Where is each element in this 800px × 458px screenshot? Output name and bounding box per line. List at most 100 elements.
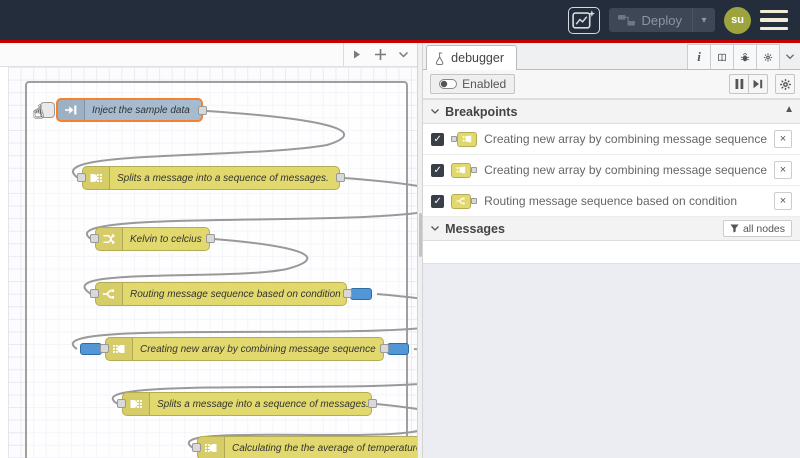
breakpoint-row[interactable]: ✓ Routing message sequence based on condi… <box>423 186 800 217</box>
sidebar-tab-icons: i <box>687 44 800 69</box>
info-icon[interactable]: i <box>687 44 711 69</box>
help-book-icon[interactable] <box>710 44 734 69</box>
avatar-initials: su <box>731 14 744 26</box>
inject-icon <box>58 100 85 120</box>
mini-port <box>471 167 478 173</box>
node-label: Calculating the the average of temperatu… <box>232 442 417 454</box>
node-label: Splits a message into a sequence of mess… <box>117 172 329 184</box>
breakpoint-node-icon <box>451 193 478 209</box>
node-label: Creating new array by combining message … <box>140 343 376 355</box>
flow-canvas[interactable]: Inject the sample data Splits a message i… <box>0 67 417 458</box>
breakpoint-label: Creating new array by combining message … <box>484 132 767 146</box>
output-port[interactable] <box>368 399 377 408</box>
mini-port <box>471 198 478 204</box>
input-port[interactable] <box>192 443 201 452</box>
header-actions: Deploy ▾ su <box>567 6 800 34</box>
debugger-enabled-toggle[interactable]: Enabled <box>430 74 516 94</box>
join-icon <box>198 437 225 458</box>
output-port[interactable] <box>343 289 352 298</box>
flow-node-split[interactable]: Splits a message into a sequence of mess… <box>117 392 377 416</box>
breakpoint-node-icon <box>451 162 478 178</box>
scroll-to-top-icon[interactable]: ▲ <box>784 105 794 115</box>
output-port[interactable] <box>206 234 215 243</box>
input-port[interactable] <box>90 234 99 243</box>
tab-debugger[interactable]: debugger <box>426 45 517 70</box>
flow-node-split[interactable]: Splits a message into a sequence of mess… <box>77 166 345 190</box>
deploy-options-chevron-icon[interactable]: ▾ <box>693 15 715 26</box>
pause-icon[interactable] <box>729 74 749 94</box>
messages-section-header[interactable]: Messages all nodes <box>423 217 800 241</box>
flow-node-change[interactable]: Kelvin to celcius <box>90 227 215 251</box>
node-label: Routing message sequence based on condit… <box>130 288 341 300</box>
output-port[interactable] <box>198 106 207 115</box>
settings-gear-icon[interactable] <box>756 44 780 69</box>
breakpoint-label: Routing message sequence based on condit… <box>484 194 738 208</box>
output-port[interactable] <box>380 344 389 353</box>
breakpoints-title: Breakpoints <box>445 104 518 119</box>
scroll-tabs-icon[interactable] <box>346 44 369 66</box>
sidebar: debugger i Enabled Breakpoints ▲ ✓ Creat… <box>423 43 800 458</box>
debugger-toolbar: Enabled <box>423 70 800 99</box>
breakpoint-label: Creating new array by combining message … <box>484 163 767 177</box>
chevron-down-icon <box>431 109 440 114</box>
split-icon <box>123 393 150 415</box>
user-avatar[interactable]: su <box>724 6 751 34</box>
main-menu-icon[interactable] <box>760 10 788 30</box>
deploy-nodes-icon <box>617 14 635 27</box>
breakpoint-checkbox[interactable]: ✓ <box>431 132 445 146</box>
add-flow-icon[interactable] <box>369 44 392 66</box>
input-port[interactable] <box>90 289 99 298</box>
chevron-down-icon <box>431 226 440 231</box>
remove-breakpoint-button[interactable]: × <box>774 192 792 210</box>
node-label: Splits a message into a sequence of mess… <box>157 398 369 410</box>
remove-breakpoint-button[interactable]: × <box>774 130 792 148</box>
main-area: Inject the sample data Splits a message i… <box>0 43 800 458</box>
messages-title: Messages <box>445 221 505 236</box>
bug-icon[interactable] <box>733 44 757 69</box>
join-icon <box>106 338 133 360</box>
change-icon <box>96 228 123 250</box>
node-label: Inject the sample data <box>92 104 190 116</box>
switch-icon <box>96 283 123 305</box>
sidebar-tab-bar: debugger i <box>423 43 800 70</box>
input-port[interactable] <box>77 173 86 182</box>
ai-assistant-icon[interactable] <box>567 6 600 34</box>
sidebar-filler <box>423 264 800 458</box>
input-port[interactable] <box>117 399 126 408</box>
filter-funnel-icon <box>730 224 739 233</box>
debugger-step-controls <box>729 74 795 94</box>
sidebar-tabs-chevron-icon[interactable] <box>780 44 800 69</box>
breakpoint-row[interactable]: ✓ Creating new array by combining message… <box>423 155 800 186</box>
breakpoint-marker[interactable] <box>350 287 372 300</box>
header-bar: Deploy ▾ su <box>0 0 800 43</box>
enabled-label: Enabled <box>462 77 507 91</box>
join-icon <box>457 131 478 147</box>
workspace: Inject the sample data Splits a message i… <box>0 43 417 458</box>
toggle-icon <box>439 79 458 89</box>
breakpoint-row[interactable]: ✓ Creating new array by combining message… <box>423 124 800 155</box>
output-port[interactable] <box>336 173 345 182</box>
inject-trigger-button[interactable] <box>40 102 55 118</box>
breakpoint-marker[interactable] <box>387 342 409 355</box>
breakpoints-section-header[interactable]: Breakpoints ▲ <box>423 99 800 124</box>
flow-node-join[interactable]: Calculating the the average of temperatu… <box>192 436 417 458</box>
breakpoint-marker[interactable] <box>80 342 102 355</box>
flow-node-join[interactable]: Creating new array by combining message … <box>80 337 409 361</box>
gear-icon[interactable] <box>775 74 795 94</box>
remove-breakpoint-button[interactable]: × <box>774 161 792 179</box>
deploy-label: Deploy <box>641 12 682 28</box>
deploy-button[interactable]: Deploy ▾ <box>608 8 715 32</box>
flow-node-inject[interactable]: Inject the sample data <box>40 98 207 122</box>
flow-list-chevron-icon[interactable] <box>392 44 415 66</box>
input-port[interactable] <box>100 344 109 353</box>
breakpoint-checkbox[interactable]: ✓ <box>431 194 445 208</box>
breakpoints-list: ✓ Creating new array by combining message… <box>423 124 800 217</box>
switch-icon <box>451 193 472 209</box>
flow-node-switch[interactable]: Routing message sequence based on condit… <box>90 282 372 306</box>
breakpoint-checkbox[interactable]: ✓ <box>431 163 445 177</box>
splitter-grip[interactable] <box>419 213 423 257</box>
step-icon[interactable] <box>748 74 768 94</box>
messages-filter-button[interactable]: all nodes <box>722 220 792 237</box>
messages-filter-label: all nodes <box>742 222 785 235</box>
tab-debugger-label: debugger <box>451 51 504 65</box>
